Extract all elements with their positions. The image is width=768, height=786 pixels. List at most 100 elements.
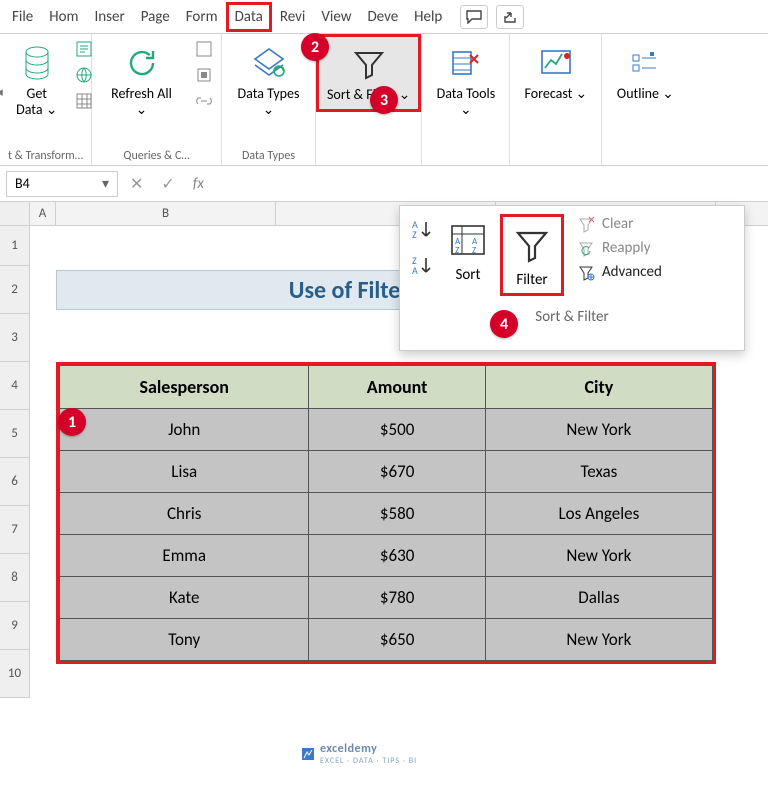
row-header[interactable]: 8 [0, 554, 30, 602]
queries-icon[interactable] [193, 38, 215, 60]
row-header[interactable]: 6 [0, 458, 30, 506]
reapply-icon [576, 238, 596, 258]
col-header-B[interactable]: B [56, 202, 276, 225]
group-caption-transform: t & Transform… [8, 147, 83, 163]
table-row[interactable]: Chris$580Los Angeles [60, 493, 713, 535]
row-headers: 1 2 3 4 5 6 7 8 9 10 [0, 226, 30, 698]
table-row[interactable]: Tony$650New York [60, 619, 713, 661]
svg-text:Z: Z [455, 245, 459, 256]
row-header[interactable]: 4 [0, 362, 30, 410]
row-header[interactable]: 2 [0, 266, 30, 314]
group-outline: Outline ⌄ [602, 34, 688, 165]
table-row[interactable]: Kate$780Dallas [60, 577, 713, 619]
filter-funnel-icon [513, 223, 551, 267]
formula-bar: B4 ▾ ✕ ✓ fx [0, 166, 768, 202]
outline-icon [630, 42, 660, 84]
table-row[interactable]: John$500New York [60, 409, 713, 451]
edit-links-icon[interactable] [193, 90, 215, 112]
sort-label: Sort [455, 266, 480, 284]
sort-desc-button[interactable]: ZA [410, 254, 436, 280]
data-tools-label: Data Tools ⌄ [434, 86, 497, 118]
forecast-icon [539, 42, 573, 84]
refresh-all-button[interactable]: Refresh All ⌄ [98, 38, 185, 122]
callout-badge-2: 2 [301, 33, 329, 61]
callout-badge-4: 4 [490, 310, 518, 338]
group-queries: Refresh All ⌄ Queries & C… [92, 34, 222, 165]
tab-data[interactable]: Data [226, 2, 272, 32]
outline-button[interactable]: Outline ⌄ [611, 38, 680, 106]
forecast-label: Forecast ⌄ [525, 86, 588, 102]
data-tools-icon [450, 42, 482, 84]
outline-label: Outline ⌄ [617, 86, 674, 102]
tab-home[interactable]: Hom [41, 2, 86, 32]
enter-icon[interactable]: ✓ [155, 174, 180, 194]
refresh-label: Refresh All ⌄ [104, 86, 179, 118]
clear-icon [576, 214, 596, 234]
chevron-down-icon[interactable]: ▾ [102, 175, 109, 192]
tab-file[interactable]: File [4, 2, 41, 32]
col-header-A[interactable]: A [30, 202, 56, 225]
sort-filter-button[interactable]: Sort & Filter ⌄ [321, 39, 416, 107]
name-box[interactable]: B4 ▾ [6, 171, 118, 197]
tab-review[interactable]: Revi [272, 2, 314, 32]
fx-label[interactable]: fx [193, 175, 204, 193]
get-data-label: Get Data ⌄ [15, 86, 59, 118]
ribbon-tabs: File Hom Inser Page Form Data Revi View … [0, 0, 768, 34]
sort-asc-button[interactable]: AZ [410, 218, 436, 244]
data-types-button[interactable]: Data Types ⌄ [228, 38, 309, 122]
group-forecast: Forecast ⌄ [510, 34, 602, 165]
group-datatools: Data Tools ⌄ [422, 34, 510, 165]
table-row[interactable]: Emma$630New York [60, 535, 713, 577]
th-salesperson[interactable]: Salesperson [60, 366, 309, 409]
row-header[interactable]: 1 [0, 226, 30, 266]
submenu-caption: Sort & Filter [404, 308, 740, 326]
svg-text:Z: Z [472, 245, 476, 256]
watermark: exceldemy EXCEL · DATA · TIPS · BI [300, 742, 417, 766]
callout-badge-1: 1 [58, 408, 86, 436]
sort-icon: AZAZ [448, 218, 488, 262]
data-tools-button[interactable]: Data Tools ⌄ [428, 38, 503, 122]
data-table: Salesperson Amount City John$500New York… [56, 362, 716, 664]
tab-formulas[interactable]: Form [178, 2, 226, 32]
comments-icon[interactable] [460, 5, 488, 29]
properties-icon[interactable] [193, 64, 215, 86]
th-city[interactable]: City [485, 366, 712, 409]
data-types-icon [251, 42, 287, 84]
clear-filter-button[interactable]: Clear [576, 214, 662, 234]
svg-text:A: A [412, 264, 418, 276]
group-get-transform: ◂ Get Data ⌄ t & Transform… [0, 34, 92, 165]
share-icon[interactable] [496, 5, 524, 29]
row-header[interactable]: 5 [0, 410, 30, 458]
get-data-button[interactable]: Get Data ⌄ [9, 38, 65, 122]
filter-label: Filter [516, 271, 547, 289]
filter-button[interactable]: Filter [507, 219, 557, 291]
reapply-button[interactable]: Reapply [576, 238, 662, 258]
tab-view[interactable]: View [313, 2, 359, 32]
callout-badge-3: 3 [370, 86, 398, 114]
sort-filter-submenu: AZ ZA AZAZ Sort Filter Clear R [399, 205, 745, 351]
tab-insert[interactable]: Inser [87, 2, 133, 32]
tab-page[interactable]: Page [133, 2, 178, 32]
sort-button[interactable]: AZAZ Sort [442, 214, 494, 286]
advanced-icon [576, 262, 596, 282]
row-header[interactable]: 7 [0, 506, 30, 554]
funnel-icon [352, 43, 386, 85]
row-header[interactable]: 9 [0, 602, 30, 650]
table-row[interactable]: Lisa$670Texas [60, 451, 713, 493]
data-types-label: Data Types ⌄ [234, 86, 303, 118]
th-amount[interactable]: Amount [309, 366, 485, 409]
tab-developer[interactable]: Deve [359, 2, 406, 32]
svg-text:Z: Z [412, 228, 417, 240]
watermark-icon [300, 746, 316, 762]
cancel-icon[interactable]: ✕ [124, 174, 149, 194]
row-header[interactable]: 10 [0, 650, 30, 698]
row-header[interactable]: 3 [0, 314, 30, 362]
group-caption-datatypes: Data Types [242, 147, 295, 163]
forecast-button[interactable]: Forecast ⌄ [519, 38, 594, 106]
name-box-value: B4 [15, 175, 30, 192]
group-caption-queries: Queries & C… [123, 147, 189, 163]
advanced-button[interactable]: Advanced [576, 262, 662, 282]
tab-help[interactable]: Help [406, 2, 450, 32]
scroll-left-icon[interactable]: ◂ [0, 85, 3, 100]
select-all-corner[interactable] [0, 202, 30, 225]
